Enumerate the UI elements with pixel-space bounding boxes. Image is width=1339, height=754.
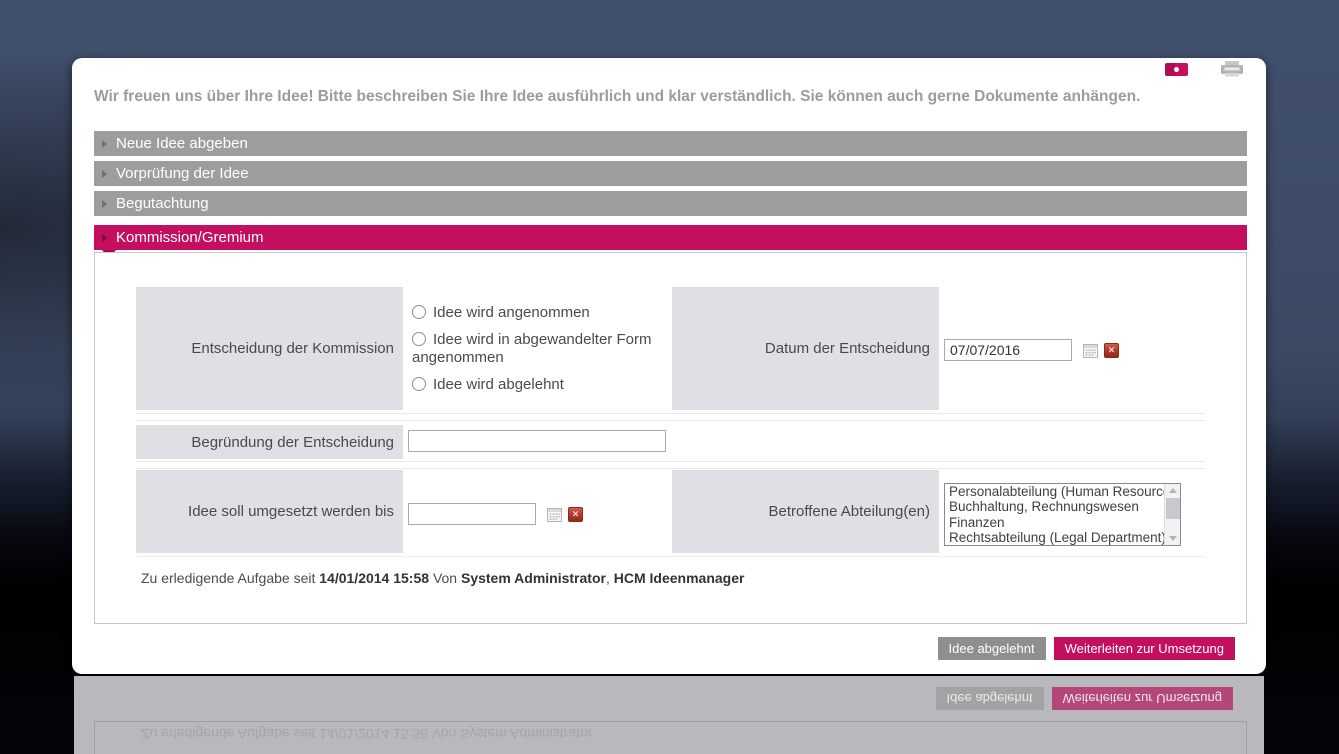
reason-label: Begründung der Entscheidung — [136, 425, 403, 459]
calendar-icon[interactable] — [547, 507, 562, 522]
accordion-kommission-gremium-active[interactable]: Kommission/Gremium — [94, 225, 1247, 250]
language-flag-icon[interactable] — [1165, 63, 1188, 76]
task-author: System Administrator — [460, 570, 606, 586]
decision-date-input[interactable] — [944, 339, 1072, 361]
task-comma: , — [605, 570, 610, 586]
chevron-right-icon — [102, 199, 107, 208]
calendar-icon[interactable] — [1083, 343, 1098, 358]
radio-option-label: Idee wird in abgewandelter Form angenomm… — [412, 330, 652, 366]
task-prefix: Zu erledigende Aufgabe seit — [141, 570, 316, 586]
decision-radio-group: Idee wird angenommen Idee wird in abgewa… — [412, 287, 664, 410]
weiterleiten-zur-umsetzung-button[interactable]: Weiterleiten zur Umsetzung — [1053, 637, 1235, 660]
intro-text: Wir freuen uns über Ihre Idee! Bitte bes… — [94, 88, 1141, 105]
accordion-neue-idee-abgeben[interactable]: Neue Idee abgeben — [94, 131, 1247, 156]
radio-button-icon[interactable] — [412, 376, 426, 391]
accordion-label: Begutachtung — [116, 195, 209, 212]
scroll-up-icon[interactable] — [1165, 484, 1180, 497]
row-separator — [136, 468, 1205, 469]
chevron-right-icon — [102, 233, 107, 242]
row-separator — [136, 413, 1205, 414]
task-info: Zu erledigende Aufgabe seit 14/01/2014 15… — [141, 570, 748, 586]
decision-date-label: Datum der Entscheidung — [672, 287, 939, 410]
dialog-toolbar — [1165, 61, 1244, 79]
flag-dot — [1174, 67, 1179, 72]
listbox-option[interactable]: Buchhaltung, Rechnungswesen — [945, 499, 1180, 514]
scroll-down-icon[interactable] — [1165, 532, 1180, 545]
radio-option-label: Idee wird abgelehnt — [433, 375, 564, 393]
reason-input[interactable] — [408, 430, 666, 452]
listbox-option[interactable]: Finanzen — [945, 515, 1180, 530]
reflection-idee-abgelehnt: Idee abgelehnt — [935, 687, 1044, 710]
accordion-label: Neue Idee abgeben — [116, 135, 248, 152]
chevron-right-icon — [102, 139, 107, 148]
reflection-task-info: Zu erledigende Aufgabe seit 14/01/2014 15… — [141, 726, 593, 742]
chevron-right-icon — [102, 169, 107, 178]
row-separator — [136, 461, 1205, 462]
listbox-option[interactable]: Personalabteilung (Human Resources) — [945, 484, 1180, 499]
implement-by-label: Idee soll umgesetzt werden bis — [136, 470, 403, 553]
radio-option: Idee wird in abgewandelter Form angenomm… — [412, 331, 664, 367]
idea-form-dialog: Wir freuen uns über Ihre Idee! Bitte bes… — [72, 58, 1266, 674]
accordion-vorpruefung[interactable]: Vorprüfung der Idee — [94, 161, 1247, 186]
implement-by-input[interactable] — [408, 503, 536, 525]
accordion-label: Kommission/Gremium — [116, 229, 264, 246]
listbox-scrollbar[interactable] — [1164, 484, 1180, 545]
idee-abgelehnt-button[interactable]: Idee abgelehnt — [937, 637, 1046, 660]
reflection-buttons: Idee abgelehnt Weiterleiten zur Umsetzun… — [935, 687, 1233, 710]
reflection-weiterleiten: Weiterleiten zur Umsetzung — [1051, 687, 1233, 710]
task-role: HCM Ideenmanager — [613, 570, 745, 586]
decision-label: Entscheidung der Kommission — [136, 287, 403, 410]
radio-button-icon[interactable] — [412, 331, 426, 346]
radio-option: Idee wird abgelehnt — [412, 376, 664, 394]
listbox-option[interactable]: Rechtsabteilung (Legal Department) — [945, 530, 1180, 545]
action-buttons: Idee abgelehnt Weiterleiten zur Umsetzun… — [937, 637, 1235, 660]
radio-button-icon[interactable] — [412, 304, 426, 319]
accordion-label: Vorprüfung der Idee — [116, 165, 249, 182]
row-separator — [136, 420, 1205, 421]
departments-listbox[interactable]: Personalabteilung (Human Resources) Buch… — [944, 483, 1181, 546]
accordion-begutachtung[interactable]: Begutachtung — [94, 191, 1247, 216]
row-separator — [136, 556, 1205, 557]
scrollbar-thumb[interactable] — [1166, 498, 1180, 519]
card-reflection: Idee abgelehnt Weiterleiten zur Umsetzun… — [74, 676, 1264, 754]
task-von: Von — [432, 570, 458, 586]
print-icon[interactable] — [1220, 61, 1244, 82]
clear-date-icon[interactable]: ✕ — [568, 507, 583, 522]
radio-option-label: Idee wird angenommen — [433, 303, 590, 321]
radio-option: Idee wird angenommen — [412, 304, 664, 322]
task-datetime: 14/01/2014 15:58 — [319, 570, 430, 586]
clear-date-icon[interactable]: ✕ — [1104, 343, 1119, 358]
departments-label: Betroffene Abteilung(en) — [672, 470, 939, 553]
